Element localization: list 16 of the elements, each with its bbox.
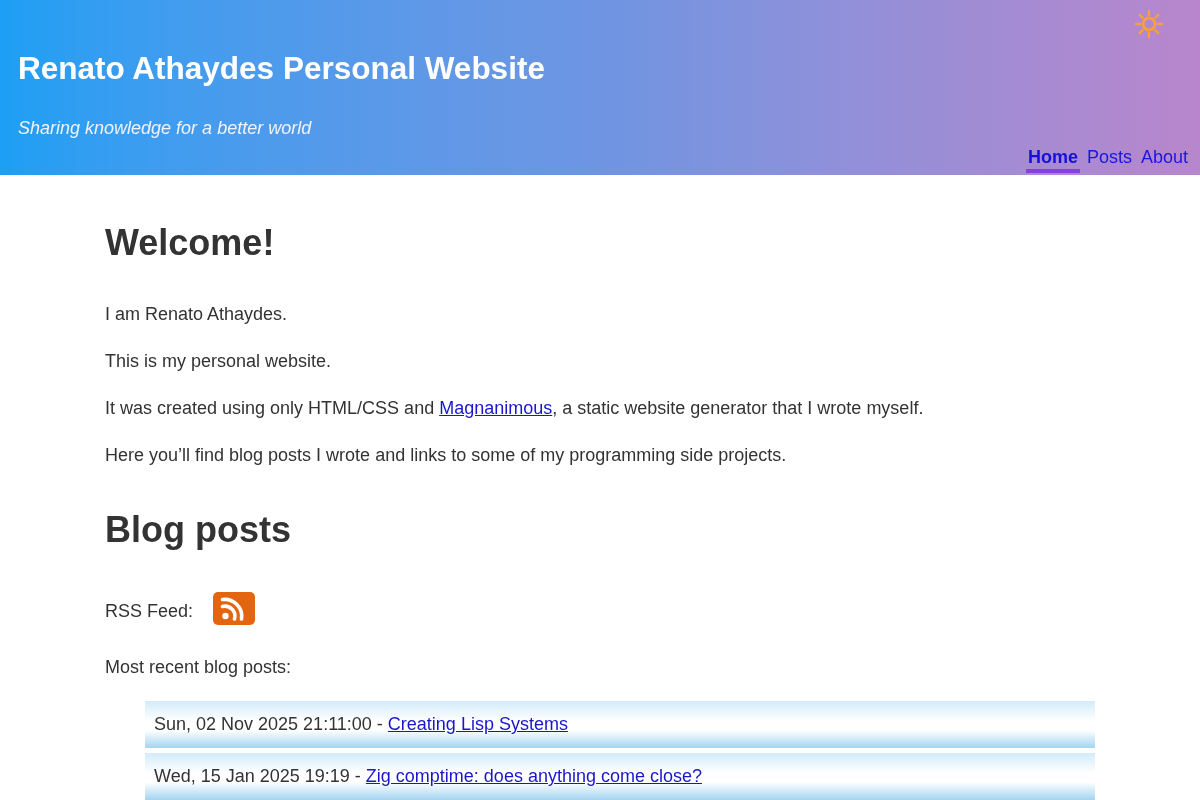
magnanimous-link[interactable]: Magnanimous <box>439 398 553 418</box>
intro-paragraph: I am Renato Athaydes. <box>105 303 288 326</box>
blog-posts-heading: Blog posts <box>105 508 291 552</box>
post-title-link[interactable]: Zig comptime: does anything come close? <box>365 763 702 790</box>
recent-posts-label: Most recent blog posts: <box>105 656 292 679</box>
welcome-heading: Welcome! <box>105 221 275 265</box>
rss-feed-icon[interactable] <box>213 592 256 625</box>
rss-feed-label: RSS Feed: <box>105 600 194 623</box>
post-date: Wed, 15 Jan 2025 19:19 - <box>154 765 362 788</box>
intro-paragraph: This is my personal website. <box>105 350 332 373</box>
intro-paragraph: It was created using only HTML/CSS and Magnanimous, a static website generator that I wrote myself. <box>105 397 924 420</box>
intro-paragraph: Here you’ll find blog posts I wrote and links to some of my programming side projects. <box>105 444 787 467</box>
post-title-link[interactable]: Creating Lisp Systems <box>387 711 568 738</box>
post-date: Sun, 02 Nov 2025 21:11:00 - <box>154 713 384 736</box>
site-subtitle: Sharing knowledge for a better world <box>18 117 312 139</box>
site-title: Renato Athaydes Personal Website <box>18 49 545 87</box>
